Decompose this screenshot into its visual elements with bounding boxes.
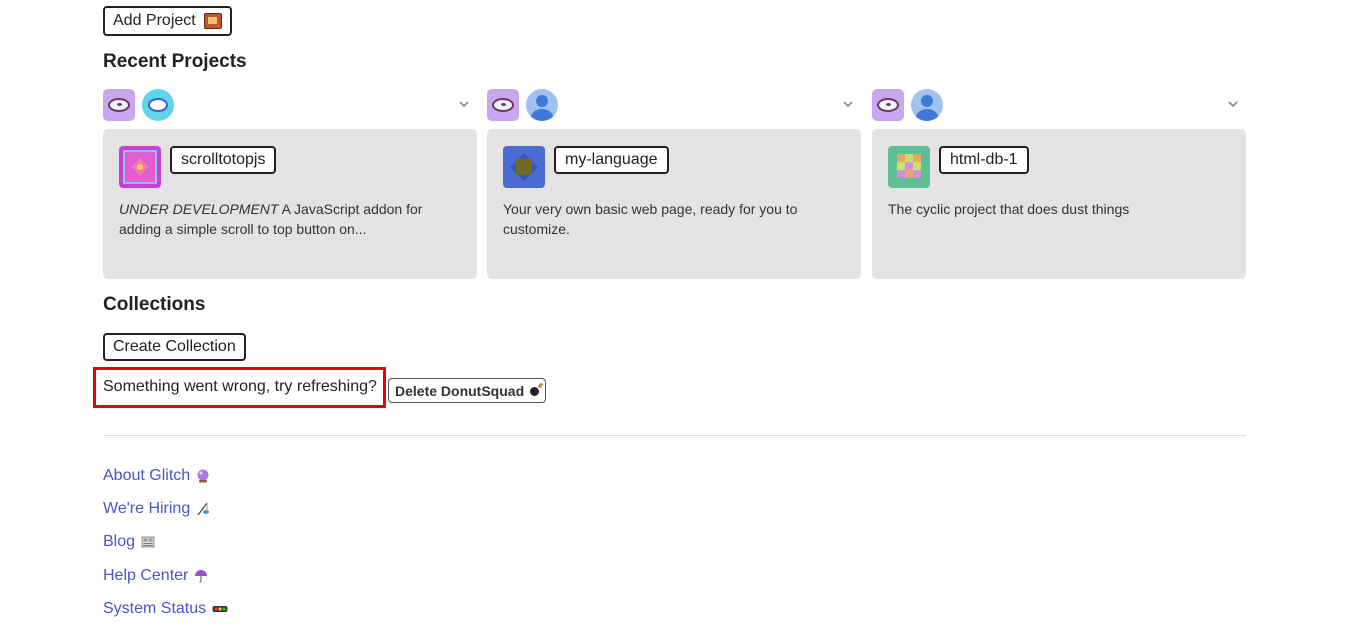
chevron-down-icon[interactable] — [459, 99, 469, 109]
project-name-button[interactable]: scrolltotopjs — [170, 146, 277, 174]
fishing-pole-icon — [197, 502, 210, 516]
project-name-button[interactable]: html-db-1 — [939, 146, 1029, 174]
project-name-button[interactable]: my-language — [554, 146, 669, 174]
description-text: The cyclic project that does dust things — [888, 201, 1130, 217]
delete-label: Delete DonutSquad — [395, 382, 525, 399]
footer-link-about[interactable]: About Glitch — [103, 467, 210, 485]
collections-heading: Collections — [103, 294, 206, 315]
delete-collection-button[interactable]: Delete DonutSquad — [388, 378, 547, 403]
description-text: Your very own basic web page, ready for … — [503, 201, 798, 237]
bomb-icon — [530, 387, 540, 396]
crystal-ball-icon — [197, 469, 209, 483]
chevron-down-icon[interactable] — [1228, 99, 1238, 109]
newspaper-icon — [141, 536, 155, 548]
footer-link-status[interactable]: System Status — [103, 600, 228, 618]
recent-projects-heading: Recent Projects — [103, 51, 247, 72]
create-collection-button[interactable]: Create Collection — [103, 333, 246, 361]
donut-team-avatar[interactable] — [872, 89, 904, 121]
add-project-label: Add Project — [113, 12, 196, 29]
footer-link-label: Blog — [103, 533, 136, 550]
project-card[interactable]: scrolltotopjs UNDER DEVELOPMENT A JavaSc… — [103, 129, 477, 279]
error-highlight-box — [93, 367, 386, 408]
user-avatar[interactable] — [142, 89, 174, 121]
project-description: The cyclic project that does dust things — [888, 199, 1208, 219]
footer-link-label: Help Center — [103, 567, 189, 584]
project-thumbnail — [119, 146, 161, 188]
project-column: my-language Your very own basic web page… — [487, 89, 861, 279]
umbrella-icon — [195, 570, 208, 583]
footer-link-help[interactable]: Help Center — [103, 567, 208, 585]
project-thumbnail — [888, 146, 930, 188]
footer-divider — [103, 435, 1246, 436]
project-column: scrolltotopjs UNDER DEVELOPMENT A JavaSc… — [103, 89, 477, 279]
project-card[interactable]: html-db-1 The cyclic project that does d… — [872, 129, 1246, 279]
bento-box-icon — [203, 13, 222, 29]
donut-team-avatar[interactable] — [487, 89, 519, 121]
traffic-light-icon — [212, 606, 228, 612]
anonymous-user-avatar[interactable] — [526, 89, 558, 121]
anonymous-user-avatar[interactable] — [911, 89, 943, 121]
project-description: UNDER DEVELOPMENT A JavaScript addon for… — [119, 199, 439, 239]
footer-link-label: System Status — [103, 600, 207, 617]
project-thumbnail — [503, 146, 545, 188]
chevron-down-icon[interactable] — [843, 99, 853, 109]
project-description: Your very own basic web page, ready for … — [503, 199, 823, 239]
description-tag: UNDER DEVELOPMENT — [119, 201, 279, 217]
donut-team-avatar[interactable] — [103, 89, 135, 121]
footer-link-label: About Glitch — [103, 467, 191, 484]
add-project-button[interactable]: Add Project — [103, 6, 232, 36]
project-card[interactable]: my-language Your very own basic web page… — [487, 129, 861, 279]
footer-link-hiring[interactable]: We're Hiring — [103, 500, 210, 518]
project-column: html-db-1 The cyclic project that does d… — [872, 89, 1246, 279]
footer-link-blog[interactable]: Blog — [103, 533, 155, 551]
footer-link-label: We're Hiring — [103, 500, 191, 517]
